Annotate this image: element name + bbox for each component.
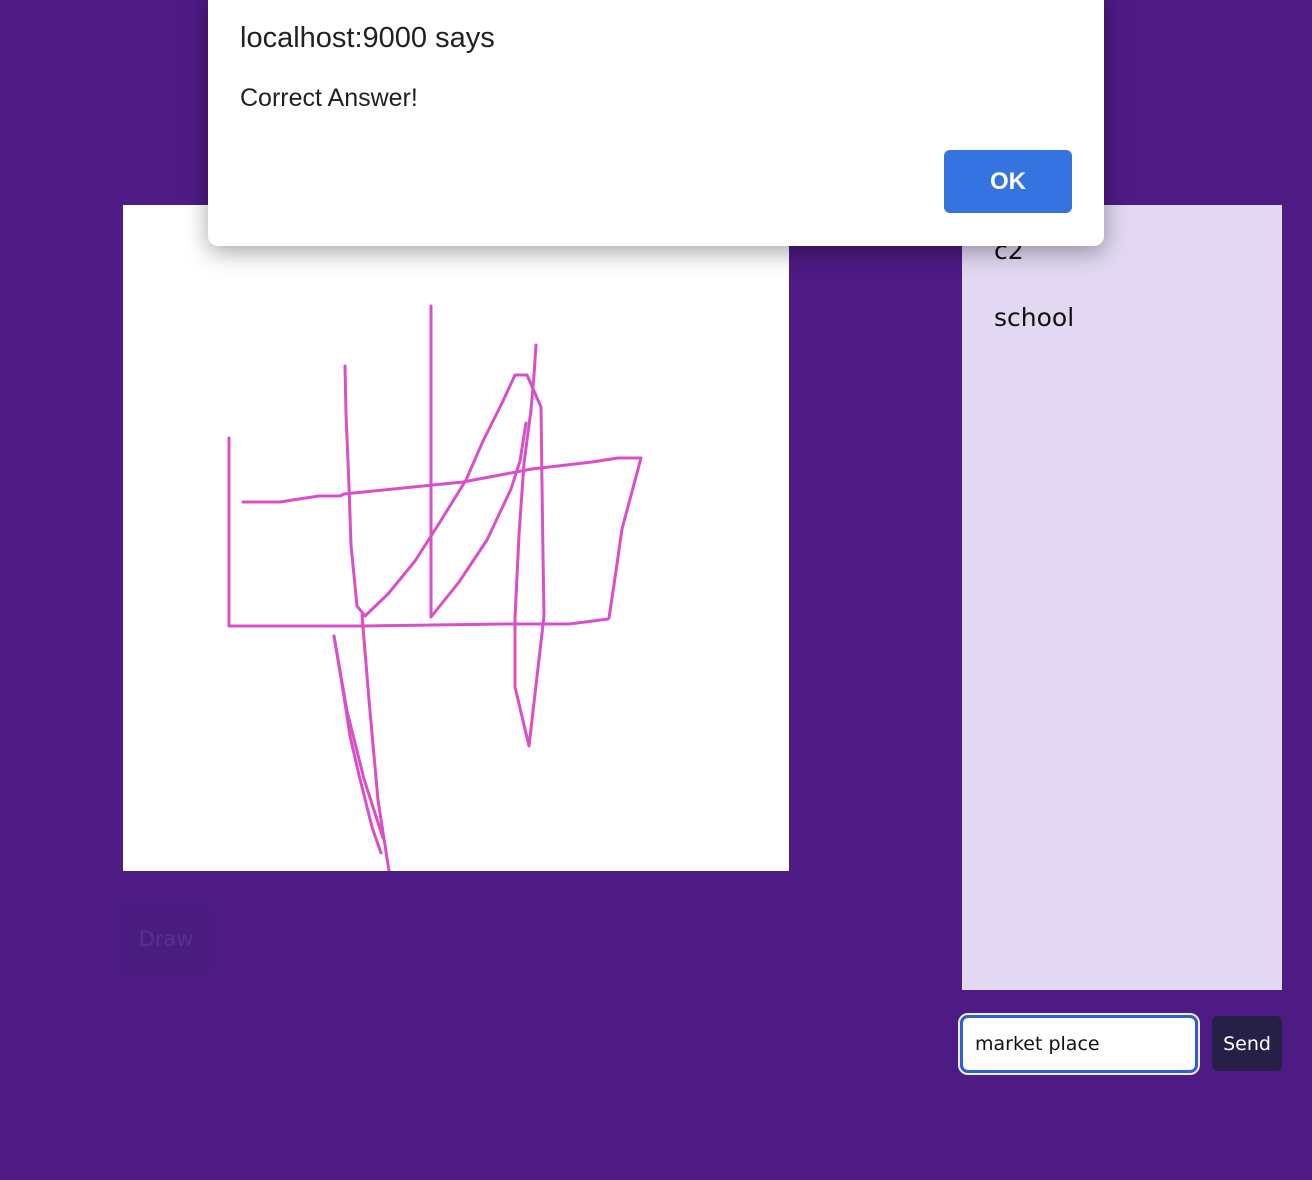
pen-stroke [332,634,385,840]
chat-message: school [994,303,1075,332]
drawing-canvas[interactable] [123,205,789,871]
drawing-strokes [227,304,643,871]
pen-stroke [363,343,546,748]
pen-stroke [241,456,643,620]
draw-button[interactable]: Draw [123,908,209,970]
alert-dialog: localhost:9000 says Correct Answer! OK [208,0,1104,246]
guess-input[interactable] [958,1013,1200,1075]
send-button[interactable]: Send [1212,1016,1282,1071]
pen-stroke [429,304,528,619]
alert-message: Correct Answer! [240,84,418,112]
alert-title: localhost:9000 says [240,22,495,54]
ok-button[interactable]: OK [944,150,1072,213]
chat-panel: c2 school [962,205,1282,990]
